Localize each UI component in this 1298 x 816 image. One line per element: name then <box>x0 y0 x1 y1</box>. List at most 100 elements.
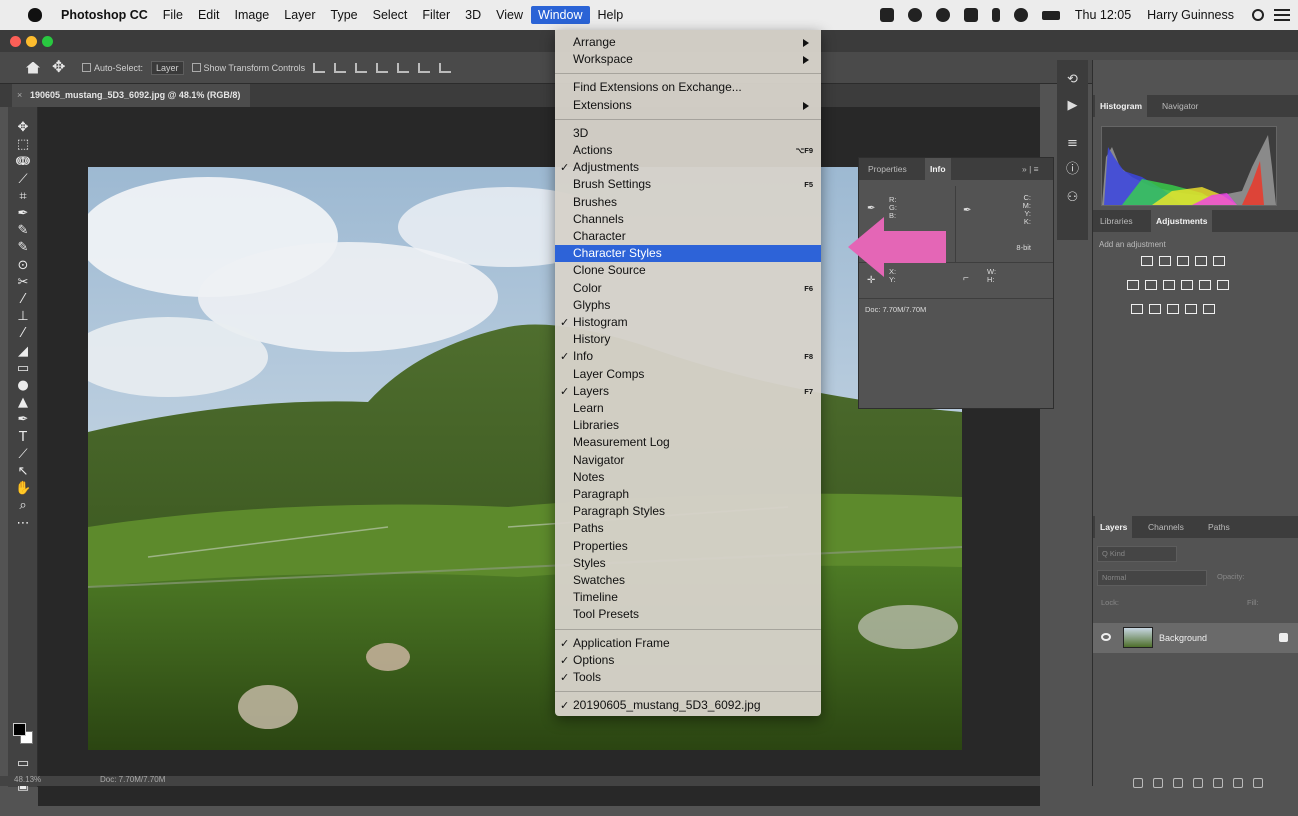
healing-tool-icon[interactable]: ✎ <box>15 224 31 238</box>
close-window-button[interactable] <box>10 36 21 47</box>
apple-icon[interactable] <box>28 8 42 22</box>
menu-item-swatches[interactable]: Swatches <box>555 572 821 589</box>
menu-item-measurement-log[interactable]: Measurement Log <box>555 434 821 451</box>
home-icon[interactable] <box>26 61 40 74</box>
adjustment-icon[interactable] <box>1145 280 1157 290</box>
menu-item-character-styles[interactable]: Character Styles <box>555 245 821 263</box>
spotlight-search-icon[interactable] <box>1252 9 1264 21</box>
tab-histogram[interactable]: Histogram <box>1095 95 1148 117</box>
layer-style-icon[interactable] <box>1153 778 1163 788</box>
quick-mask-icon[interactable]: ▭ <box>15 757 31 771</box>
menu-item-clone-source[interactable]: Clone Source <box>555 262 821 279</box>
hand-tool-icon[interactable]: ✋ <box>15 482 31 496</box>
eyedropper-cmyk-icon[interactable]: ✒ <box>963 206 973 216</box>
eyedropper-rgb-icon[interactable]: ✒ <box>867 204 877 214</box>
menu-file[interactable]: File <box>156 6 190 24</box>
document-tab[interactable]: × 190605_mustang_5D3_6092.jpg @ 48.1% (R… <box>12 84 251 107</box>
adjustment-icon[interactable] <box>1181 280 1193 290</box>
menu-item-3d[interactable]: 3D <box>555 125 821 142</box>
tab-navigator[interactable]: Navigator <box>1157 95 1203 117</box>
adjustment-icon[interactable] <box>1203 304 1215 314</box>
tab-paths[interactable]: Paths <box>1203 516 1235 538</box>
menu-item-channels[interactable]: Channels <box>555 211 821 228</box>
menu-item-find-extensions-on-exchange[interactable]: Find Extensions on Exchange... <box>555 79 821 96</box>
adjustment-icon[interactable] <box>1185 304 1197 314</box>
more-tools-icon[interactable]: ⋯ <box>15 516 31 531</box>
menu-item-application-frame[interactable]: ✓ Application Frame <box>555 635 821 652</box>
menu-item-options[interactable]: ✓ Options <box>555 652 821 669</box>
align-left-icon[interactable] <box>313 62 326 73</box>
eyedropper-tool-icon[interactable]: ✒ <box>15 207 31 221</box>
adjustment-icon[interactable] <box>1213 256 1225 266</box>
close-tab-icon[interactable]: × <box>17 84 22 107</box>
align-center-icon[interactable] <box>334 62 347 73</box>
dodge-tool-icon[interactable]: ◢ <box>15 344 31 359</box>
foreground-color-swatch[interactable] <box>13 723 26 736</box>
quick-select-tool-icon[interactable]: ⟋ <box>15 172 31 187</box>
actions-play-icon[interactable]: ▶ <box>1065 98 1080 113</box>
adjustment-icon[interactable] <box>1177 256 1189 266</box>
menu-item-workspace[interactable]: Workspace <box>555 51 821 68</box>
layer-filter-kind[interactable]: Q Kind <box>1097 546 1177 562</box>
tab-adjustments[interactable]: Adjustments <box>1151 210 1213 232</box>
clock[interactable]: Thu 12:05 <box>1075 8 1131 22</box>
distribute-icon[interactable] <box>376 62 389 73</box>
adjustment-icon[interactable] <box>1159 256 1171 266</box>
menu-item-brushes[interactable]: Brushes <box>555 194 821 211</box>
menu-type[interactable]: Type <box>324 6 365 24</box>
notification-center-icon[interactable] <box>1274 9 1290 21</box>
tab-libraries[interactable]: Libraries <box>1095 210 1138 232</box>
menu-item-paths[interactable]: Paths <box>555 520 821 537</box>
menu-help[interactable]: Help <box>591 6 631 24</box>
adjustment-icon[interactable] <box>1217 280 1229 290</box>
menu-image[interactable]: Image <box>228 6 277 24</box>
menu-item-paragraph-styles[interactable]: Paragraph Styles <box>555 503 821 520</box>
menu-item-libraries[interactable]: Libraries <box>555 417 821 434</box>
menu-item-layers[interactable]: ✓ Layers F7 <box>555 383 821 400</box>
direct-select-tool-icon[interactable]: ↖ <box>15 465 31 479</box>
menu-item-notes[interactable]: Notes <box>555 469 821 486</box>
menu-item-info[interactable]: ✓ Info F8 <box>555 348 821 365</box>
menu-layer[interactable]: Layer <box>277 6 322 24</box>
align-middle-icon[interactable] <box>418 62 431 73</box>
align-top-icon[interactable] <box>397 62 410 73</box>
tab-layers[interactable]: Layers <box>1095 516 1133 538</box>
adjustment-icon[interactable] <box>1167 304 1179 314</box>
move-tool-icon[interactable]: ✥ <box>52 59 68 76</box>
adjustment-icon[interactable] <box>1199 280 1211 290</box>
path-select-tool-icon[interactable]: ⟋ <box>15 447 31 462</box>
triangle-icon[interactable]: ▲ <box>15 396 31 410</box>
delete-layer-icon[interactable] <box>1253 778 1263 788</box>
app-status-icon[interactable] <box>907 8 922 22</box>
align-right-icon[interactable] <box>355 62 368 73</box>
brush-tool-icon[interactable]: ✎ <box>15 241 31 255</box>
link-layers-icon[interactable] <box>1133 778 1143 788</box>
history-icon[interactable]: ⟲ <box>1065 72 1080 87</box>
adjustment-icon[interactable] <box>1127 280 1139 290</box>
menu-item-glyphs[interactable]: Glyphs <box>555 297 821 314</box>
menu-item-adjustments[interactable]: ✓ Adjustments <box>555 159 821 176</box>
blend-mode-dropdown[interactable]: Normal <box>1097 570 1207 586</box>
crop-tool-icon[interactable]: ⌗ <box>15 189 31 204</box>
menu-item-navigator[interactable]: Navigator <box>555 452 821 469</box>
menu-edit[interactable]: Edit <box>191 6 227 24</box>
zoom-readout[interactable]: 48.13% <box>14 775 41 784</box>
panel-collapse-icon[interactable]: » | ≡ <box>1017 158 1044 180</box>
tab-channels[interactable]: Channels <box>1143 516 1189 538</box>
layer-row-background[interactable]: Background <box>1093 623 1298 653</box>
properties-icon[interactable]: ≡ <box>1065 136 1080 151</box>
history-brush-tool-icon[interactable]: ✂ <box>15 275 31 290</box>
menu-select[interactable]: Select <box>366 6 415 24</box>
minimize-window-button[interactable] <box>26 36 37 47</box>
marquee-tool-icon[interactable]: ⬚ <box>15 138 31 152</box>
calendar-icon[interactable] <box>963 8 978 22</box>
menu-item-tool-presets[interactable]: Tool Presets <box>555 606 821 623</box>
new-adjustment-icon[interactable] <box>1193 778 1203 788</box>
pen-tool-icon[interactable]: ▭ <box>15 361 31 376</box>
add-mask-icon[interactable] <box>1173 778 1183 788</box>
menu-item-extensions[interactable]: Extensions <box>555 97 821 114</box>
auto-select-option[interactable]: Auto-Select: <box>82 63 143 73</box>
battery-icon[interactable] <box>1041 10 1060 20</box>
wifi-icon[interactable] <box>1013 8 1028 22</box>
menu-3d[interactable]: 3D <box>458 6 488 24</box>
